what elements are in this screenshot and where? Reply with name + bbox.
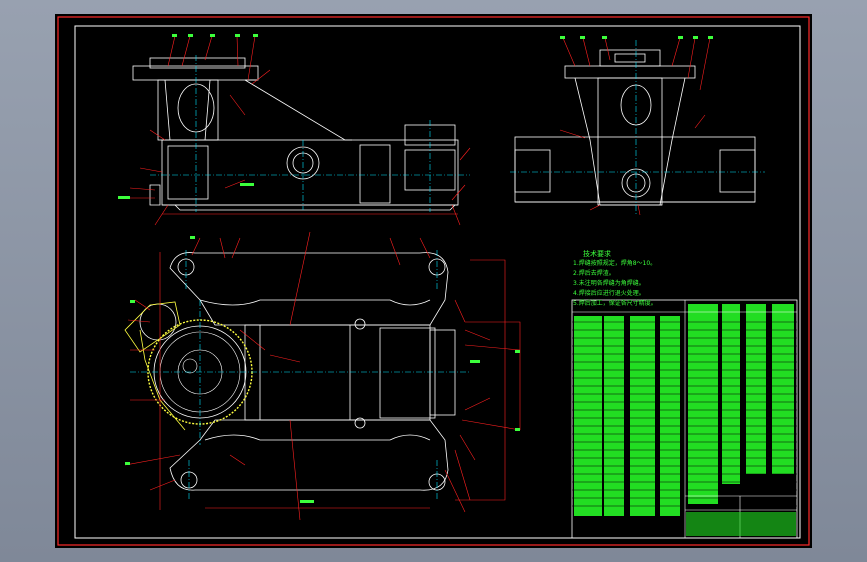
- note-3: 3.未注明各焊缝为角焊缝。: [573, 280, 645, 287]
- top-view: [139, 252, 456, 491]
- top-view-centerlines: [130, 250, 470, 500]
- front-view-centerlines: [150, 55, 470, 212]
- dimension-lines: [159, 213, 458, 510]
- note-2: 2.焊后去焊渣。: [573, 270, 615, 277]
- notes-title: 技术要求: [583, 250, 611, 258]
- bom-table: [571, 299, 798, 539]
- note-4: 4.焊接后应进行退火处理。: [573, 290, 645, 297]
- side-view: [514, 49, 756, 206]
- canvas-backdrop: 技术要求 1.焊缝按照规定，焊角8～10。 2.焊后去焊渣。 3.未注明各焊缝为…: [0, 0, 867, 562]
- note-1: 1.焊缝按照规定，焊角8～10。: [573, 260, 657, 267]
- note-5: 5.焊后加工，保证各尺寸精度。: [573, 300, 657, 307]
- cad-drawing: [57, 16, 810, 546]
- front-view: [132, 57, 459, 211]
